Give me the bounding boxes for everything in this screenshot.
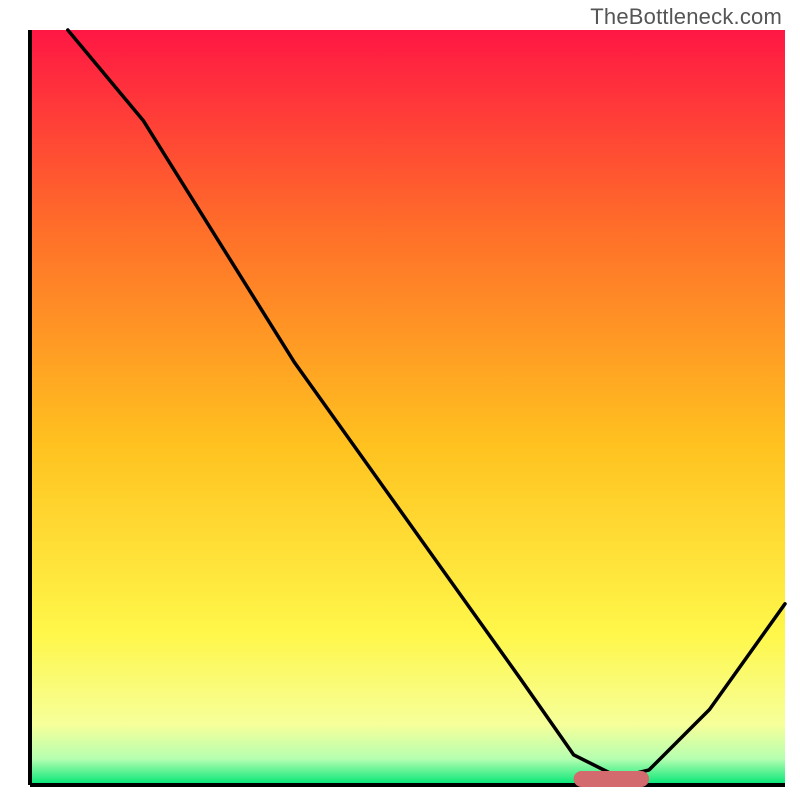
gradient-background [30, 30, 785, 785]
chart-container: TheBottleneck.com [0, 0, 800, 800]
optimal-marker [574, 771, 650, 787]
watermark-text: TheBottleneck.com [590, 4, 782, 30]
bottleneck-chart [0, 0, 800, 800]
